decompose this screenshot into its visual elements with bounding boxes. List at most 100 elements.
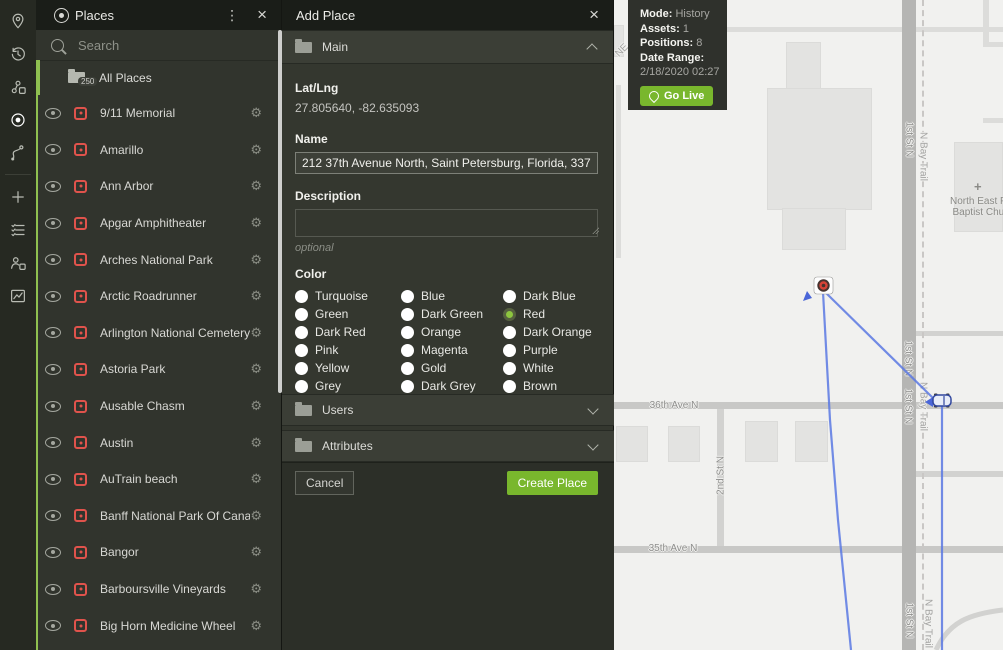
place-row[interactable]: Ausable Chasm⚙: [38, 388, 281, 425]
place-row[interactable]: Arlington National Cemetery⚙: [38, 315, 281, 352]
kebab-menu-icon[interactable]: ⋮: [211, 7, 253, 24]
visibility-eye-icon[interactable]: [45, 327, 61, 338]
places-close-icon[interactable]: ×: [253, 5, 281, 25]
search-input[interactable]: [76, 37, 230, 54]
visibility-eye-icon[interactable]: [45, 108, 61, 119]
all-places-row[interactable]: 250 All Places: [36, 60, 281, 95]
place-row[interactable]: Arctic Roadrunner⚙: [38, 278, 281, 315]
color-option[interactable]: Blue: [399, 287, 503, 305]
color-option[interactable]: Turquoise: [295, 287, 399, 305]
radio-icon[interactable]: [503, 362, 516, 375]
color-option[interactable]: Brown: [503, 377, 613, 395]
radio-selected-icon[interactable]: [503, 308, 516, 321]
radio-icon[interactable]: [401, 308, 414, 321]
radio-icon[interactable]: [503, 380, 516, 393]
place-row[interactable]: 9/11 Memorial⚙: [38, 95, 281, 132]
color-option[interactable]: Gold: [399, 359, 503, 377]
visibility-eye-icon[interactable]: [45, 510, 61, 521]
routes-icon[interactable]: [0, 136, 36, 169]
visibility-eye-icon[interactable]: [45, 474, 61, 485]
visibility-eye-icon[interactable]: [45, 291, 61, 302]
add-place-close-icon[interactable]: ×: [585, 5, 613, 25]
color-option[interactable]: Dark Orange: [503, 323, 613, 341]
visibility-eye-icon[interactable]: [45, 181, 61, 192]
color-option[interactable]: Pink: [295, 341, 399, 359]
main-section-header[interactable]: Main: [282, 30, 613, 64]
color-option[interactable]: Grey: [295, 377, 399, 395]
place-row[interactable]: Amarillo⚙: [38, 132, 281, 169]
radio-icon[interactable]: [401, 290, 414, 303]
map-canvas[interactable]: 36th Ave N 35th Ave N 2nd St N 1st St N …: [614, 0, 1003, 650]
visibility-eye-icon[interactable]: [45, 218, 61, 229]
place-row[interactable]: Bangor⚙: [38, 534, 281, 571]
add-icon[interactable]: [0, 180, 36, 213]
radio-icon[interactable]: [295, 326, 308, 339]
place-row[interactable]: AuTrain beach⚙: [38, 461, 281, 498]
users-icon[interactable]: [0, 246, 36, 279]
visibility-eye-icon[interactable]: [45, 401, 61, 412]
gear-icon[interactable]: ⚙: [250, 618, 262, 634]
gear-icon[interactable]: ⚙: [250, 544, 262, 560]
radio-icon[interactable]: [295, 344, 308, 357]
place-row[interactable]: Apgar Amphitheater⚙: [38, 205, 281, 242]
visibility-eye-icon[interactable]: [45, 144, 61, 155]
go-live-button[interactable]: Go Live: [640, 86, 713, 106]
radio-icon[interactable]: [401, 380, 414, 393]
history-icon[interactable]: [0, 37, 36, 70]
radio-icon[interactable]: [295, 380, 308, 393]
gear-icon[interactable]: ⚙: [250, 142, 262, 158]
gear-icon[interactable]: ⚙: [250, 325, 262, 341]
description-textarea[interactable]: [295, 209, 598, 237]
visibility-eye-icon[interactable]: [45, 364, 61, 375]
place-row[interactable]: Big Horn Medicine Wheel⚙: [38, 607, 281, 644]
visibility-eye-icon[interactable]: [45, 437, 61, 448]
users-section-header[interactable]: Users: [282, 394, 614, 426]
radio-icon[interactable]: [401, 326, 414, 339]
place-row[interactable]: Ann Arbor⚙: [38, 168, 281, 205]
radio-icon[interactable]: [503, 290, 516, 303]
create-place-button[interactable]: Create Place: [507, 471, 598, 495]
color-option[interactable]: Dark Red: [295, 323, 399, 341]
color-option[interactable]: Dark Blue: [503, 287, 613, 305]
radio-icon[interactable]: [503, 344, 516, 357]
color-option[interactable]: Magenta: [399, 341, 503, 359]
radio-icon[interactable]: [503, 326, 516, 339]
color-option[interactable]: Orange: [399, 323, 503, 341]
color-option[interactable]: Dark Grey: [399, 377, 503, 395]
gear-icon[interactable]: ⚙: [250, 178, 262, 194]
places-icon[interactable]: [0, 103, 36, 136]
visibility-eye-icon[interactable]: [45, 254, 61, 265]
place-row[interactable]: Banff National Park Of Canada⚙: [38, 498, 281, 535]
visibility-eye-icon[interactable]: [45, 620, 61, 631]
place-row[interactable]: Austin⚙: [38, 424, 281, 461]
color-option-selected[interactable]: Red: [503, 305, 613, 323]
tasks-icon[interactable]: [0, 213, 36, 246]
gear-icon[interactable]: ⚙: [250, 398, 262, 414]
gear-icon[interactable]: ⚙: [250, 581, 262, 597]
gear-icon[interactable]: ⚙: [250, 288, 262, 304]
gear-icon[interactable]: ⚙: [250, 215, 262, 231]
name-input[interactable]: [295, 152, 598, 174]
gear-icon[interactable]: ⚙: [250, 508, 262, 524]
reports-icon[interactable]: [0, 279, 36, 312]
radio-icon[interactable]: [295, 362, 308, 375]
gear-icon[interactable]: ⚙: [250, 361, 262, 377]
resources-icon[interactable]: [0, 70, 36, 103]
cancel-button[interactable]: Cancel: [295, 471, 354, 495]
gear-icon[interactable]: ⚙: [250, 471, 262, 487]
visibility-eye-icon[interactable]: [45, 584, 61, 595]
visibility-eye-icon[interactable]: [45, 547, 61, 558]
radio-icon[interactable]: [295, 308, 308, 321]
place-row[interactable]: Astoria Park⚙: [38, 351, 281, 388]
gear-icon[interactable]: ⚙: [250, 105, 262, 121]
gear-icon[interactable]: ⚙: [250, 435, 262, 451]
radio-icon[interactable]: [295, 290, 308, 303]
color-option[interactable]: Dark Green: [399, 305, 503, 323]
attributes-section-header[interactable]: Attributes: [282, 430, 614, 462]
map-pin-icon[interactable]: [0, 4, 36, 37]
color-option[interactable]: Yellow: [295, 359, 399, 377]
color-option[interactable]: Green: [295, 305, 399, 323]
place-row[interactable]: Arches National Park⚙: [38, 241, 281, 278]
places-scrollbar[interactable]: [278, 30, 282, 393]
gear-icon[interactable]: ⚙: [250, 252, 262, 268]
